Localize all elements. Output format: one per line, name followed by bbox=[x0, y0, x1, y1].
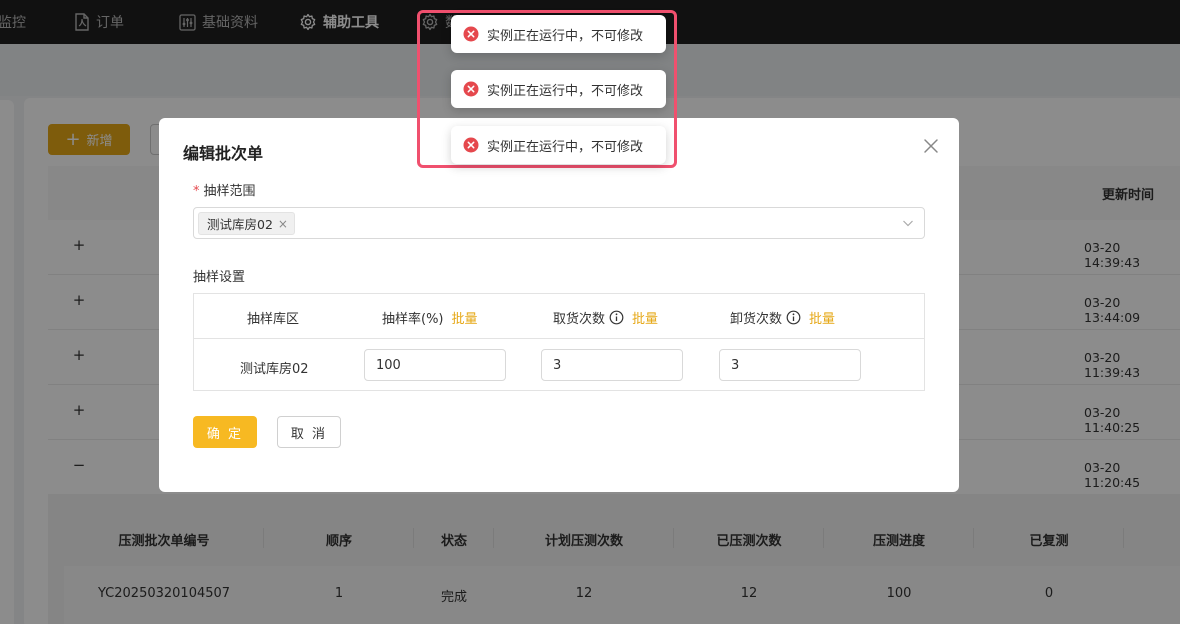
column-header-pick: 取货次数 批量 bbox=[553, 308, 658, 327]
chevron-down-icon bbox=[903, 220, 913, 227]
column-header-area-label: 抽样库区 bbox=[247, 312, 300, 327]
error-icon bbox=[463, 26, 479, 42]
sampling-settings-table: 抽样库区 抽样率(%) 批量 取货次数 批量 卸货次数 批量 测试库房02 bbox=[193, 293, 925, 391]
error-toast: 实例正在运行中，不可修改 bbox=[451, 70, 666, 108]
required-mark: * bbox=[193, 184, 200, 199]
modal-title: 编辑批次单 bbox=[183, 144, 264, 163]
column-header-rate-label: 抽样率(%) bbox=[382, 312, 444, 327]
toast-message: 实例正在运行中，不可修改 bbox=[487, 139, 644, 155]
tag-remove-icon[interactable]: × bbox=[278, 217, 288, 231]
batch-unload-link[interactable]: 批量 bbox=[809, 308, 835, 327]
error-icon bbox=[463, 137, 479, 153]
error-toast: 实例正在运行中，不可修改 bbox=[451, 126, 666, 164]
edit-batch-modal: 编辑批次单 * 抽样范围 测试库房02 × 抽样设置 抽样库区 抽样率(%) 批量… bbox=[159, 118, 959, 492]
column-header-pick-label: 取货次数 bbox=[553, 312, 606, 327]
info-icon[interactable] bbox=[786, 310, 801, 325]
table-divider bbox=[194, 338, 924, 339]
toast-message: 实例正在运行中，不可修改 bbox=[487, 83, 644, 99]
toast-message: 实例正在运行中，不可修改 bbox=[487, 28, 644, 44]
pick-count-input[interactable] bbox=[541, 349, 683, 381]
error-toast: 实例正在运行中，不可修改 bbox=[451, 15, 666, 53]
close-button[interactable] bbox=[921, 136, 941, 156]
column-header-unload-label: 卸货次数 bbox=[730, 312, 783, 327]
confirm-button[interactable]: 确 定 bbox=[193, 416, 257, 448]
column-header-unload: 卸货次数 批量 bbox=[730, 308, 835, 327]
cancel-button[interactable]: 取 消 bbox=[277, 416, 341, 448]
sampling-rate-input[interactable] bbox=[364, 349, 506, 381]
sampling-range-select[interactable]: 测试库房02 × bbox=[193, 207, 925, 239]
area-cell: 测试库房02 bbox=[240, 362, 309, 377]
sampling-range-label: * 抽样范围 bbox=[193, 180, 256, 199]
error-icon bbox=[463, 81, 479, 97]
sampling-range-text: 抽样范围 bbox=[203, 184, 256, 199]
column-header-area: 抽样库区 bbox=[247, 308, 299, 327]
column-header-rate: 抽样率(%) 批量 bbox=[382, 308, 478, 327]
batch-rate-link[interactable]: 批量 bbox=[452, 308, 478, 327]
unload-count-input[interactable] bbox=[719, 349, 861, 381]
close-icon bbox=[924, 139, 938, 153]
batch-pick-link[interactable]: 批量 bbox=[632, 308, 658, 327]
selected-tag: 测试库房02 × bbox=[198, 212, 295, 235]
sampling-settings-label: 抽样设置 bbox=[193, 270, 246, 285]
selected-tag-label: 测试库房02 bbox=[207, 217, 273, 232]
info-icon[interactable] bbox=[609, 310, 624, 325]
